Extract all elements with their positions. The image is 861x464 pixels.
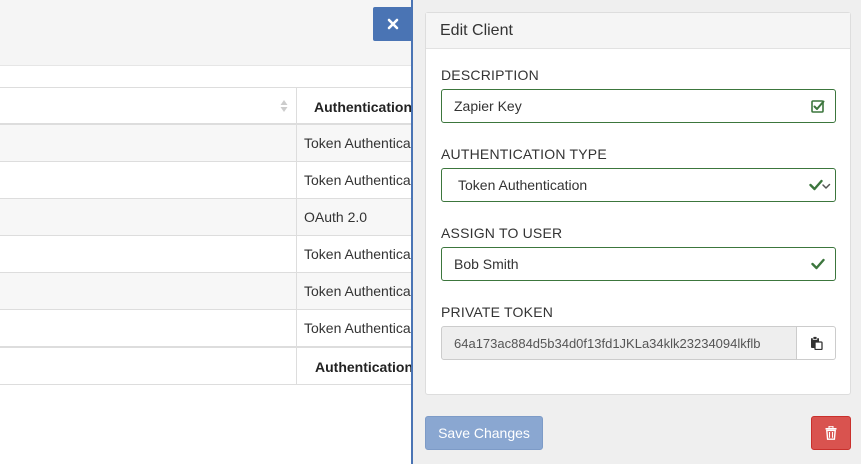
footer-header-authentication: Authentication bbox=[315, 359, 413, 375]
check-icon bbox=[811, 258, 825, 270]
assign-user-value: Bob Smith bbox=[454, 256, 519, 272]
clipboard-icon bbox=[810, 336, 823, 350]
auth-type-cell: OAuth 2.0 bbox=[304, 209, 368, 225]
table-row[interactable]: Token Authentica bbox=[0, 310, 420, 347]
auth-type-cell: Token Authentica bbox=[304, 283, 411, 299]
sort-icon[interactable] bbox=[280, 99, 288, 113]
private-token-label: PRIVATE TOKEN bbox=[441, 304, 554, 320]
close-icon bbox=[387, 18, 399, 30]
clients-table: Authentication Token Authentica Token Au… bbox=[0, 87, 420, 385]
check-icon bbox=[809, 179, 831, 191]
description-input[interactable]: Zapier Key bbox=[441, 89, 836, 123]
table-header: Authentication bbox=[0, 87, 420, 125]
edit-check-icon bbox=[811, 100, 825, 113]
close-panel-button[interactable] bbox=[373, 7, 413, 41]
assign-user-select[interactable]: Bob Smith bbox=[441, 247, 836, 281]
auth-type-cell: Token Authentica bbox=[304, 246, 411, 262]
private-token-value: 64a173ac884d5b34d0f13fd1JKLa34klk2323409… bbox=[454, 336, 761, 351]
auth-type-cell: Token Authentica bbox=[304, 320, 411, 336]
private-token-group: 64a173ac884d5b34d0f13fd1JKLa34klk2323409… bbox=[441, 326, 836, 360]
auth-type-cell: Token Authentica bbox=[304, 172, 411, 188]
private-token-input[interactable]: 64a173ac884d5b34d0f13fd1JKLa34klk2323409… bbox=[441, 326, 797, 360]
copy-token-button[interactable] bbox=[796, 326, 836, 360]
edit-client-panel: Edit Client DESCRIPTION Zapier Key AUTHE… bbox=[411, 0, 861, 464]
column-divider bbox=[296, 310, 297, 346]
column-divider bbox=[296, 348, 297, 384]
table-row[interactable]: OAuth 2.0 bbox=[0, 199, 420, 236]
auth-type-label: AUTHENTICATION TYPE bbox=[441, 146, 607, 162]
auth-type-cell: Token Authentica bbox=[304, 135, 411, 151]
trash-icon bbox=[825, 426, 837, 440]
column-divider bbox=[296, 88, 297, 123]
column-divider bbox=[296, 236, 297, 272]
assign-user-label: ASSIGN TO USER bbox=[441, 225, 563, 241]
table-footer: Authentication bbox=[0, 347, 420, 385]
column-divider bbox=[296, 125, 297, 161]
table-row[interactable]: Token Authentica bbox=[0, 236, 420, 273]
delete-client-button[interactable] bbox=[811, 416, 851, 450]
description-label: DESCRIPTION bbox=[441, 67, 539, 83]
table-row[interactable]: Token Authentica bbox=[0, 273, 420, 310]
column-divider bbox=[296, 199, 297, 235]
edit-client-card: Edit Client DESCRIPTION Zapier Key AUTHE… bbox=[425, 12, 851, 395]
auth-type-select[interactable]: Token Authentication bbox=[441, 168, 836, 202]
column-divider bbox=[296, 273, 297, 309]
save-changes-button[interactable]: Save Changes bbox=[425, 416, 543, 450]
description-value: Zapier Key bbox=[454, 98, 522, 114]
column-divider bbox=[296, 162, 297, 198]
table-row[interactable]: Token Authentica bbox=[0, 162, 420, 199]
panel-title: Edit Client bbox=[426, 13, 850, 49]
table-row[interactable]: Token Authentica bbox=[0, 125, 420, 162]
column-header-authentication[interactable]: Authentication bbox=[314, 99, 412, 115]
auth-type-value: Token Authentication bbox=[458, 177, 588, 193]
